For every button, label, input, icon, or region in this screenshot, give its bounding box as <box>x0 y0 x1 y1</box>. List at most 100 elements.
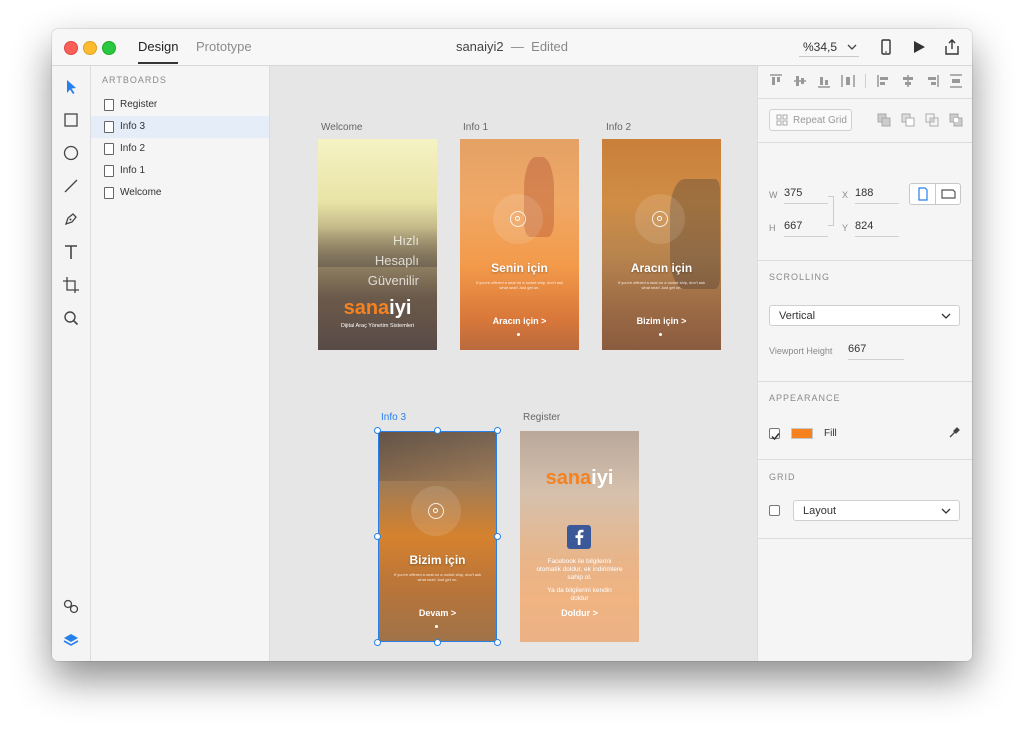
brand-part-a: sana <box>545 467 592 489</box>
eyedropper-icon[interactable] <box>948 425 962 444</box>
symbols-icon[interactable] <box>61 596 81 616</box>
chevron-down-icon <box>847 38 857 59</box>
pen-tool-icon[interactable] <box>61 209 81 229</box>
y-value: 824 <box>855 220 874 232</box>
title-separator: — <box>510 39 524 54</box>
brand-tagline: Dijital Araç Yönetim Sistemleri <box>340 323 415 329</box>
intersect-boolean-icon[interactable] <box>925 113 939 127</box>
artboard-info-2[interactable]: Aracın için If you're offered a seat on … <box>602 139 721 350</box>
artboard-label-register[interactable]: Register <box>523 412 560 423</box>
x-field[interactable]: 188 <box>855 187 899 204</box>
rectangle-tool-icon[interactable] <box>61 110 81 130</box>
zoom-dropdown[interactable]: %34,5 <box>799 38 859 57</box>
artboard-label-info-2[interactable]: Info 2 <box>606 122 631 133</box>
welcome-slogan: Hızlı Hesaplı Güvenilir <box>368 231 419 291</box>
align-left-icon[interactable] <box>877 74 891 88</box>
layer-label: Welcome <box>120 187 162 198</box>
zoom-tool-icon[interactable] <box>61 308 81 328</box>
height-label: H <box>769 223 776 233</box>
lock-proportions-icon[interactable] <box>828 196 834 226</box>
info-title: Senin için <box>491 261 548 275</box>
compass-icon <box>510 211 526 227</box>
resize-handle[interactable] <box>494 639 501 646</box>
viewport-height-value: 667 <box>848 343 867 355</box>
y-field[interactable]: 824 <box>855 220 899 237</box>
zoom-value: %34,5 <box>803 40 838 54</box>
layer-item-info-1[interactable]: Info 1 <box>91 160 269 182</box>
subtract-boolean-icon[interactable] <box>901 113 915 127</box>
resize-handle[interactable] <box>374 533 381 540</box>
width-field[interactable]: 375 <box>784 187 828 204</box>
resize-handle[interactable] <box>494 427 501 434</box>
artboard-icon <box>104 187 114 199</box>
artboard-icon <box>104 143 114 155</box>
exclude-boolean-icon[interactable] <box>949 113 963 127</box>
resize-handle[interactable] <box>374 427 381 434</box>
facebook-text: Facebook ile bilgilerini otomatik doldur… <box>536 558 623 581</box>
align-center-icon[interactable] <box>901 74 915 88</box>
repeat-grid-button[interactable]: Repeat Grid <box>769 109 852 131</box>
line-tool-icon[interactable] <box>61 176 81 196</box>
brand-part-b: iyi <box>591 467 614 489</box>
layer-item-register[interactable]: Register <box>91 94 269 116</box>
appearance-title: APPEARANCE <box>769 393 841 403</box>
resize-handle[interactable] <box>434 639 441 646</box>
artboard-register[interactable]: sanaiyi Facebook ile bilgilerini otomati… <box>520 431 639 642</box>
add-boolean-icon[interactable] <box>877 113 891 127</box>
grid-type-dropdown[interactable]: Layout <box>793 500 960 521</box>
section-divider <box>758 459 972 460</box>
scrolling-value: Vertical <box>779 310 816 322</box>
artboard-welcome[interactable]: Hızlı Hesaplı Güvenilir sanaiyi Dijital … <box>318 139 437 350</box>
artboard-label-info-3[interactable]: Info 3 <box>381 412 406 423</box>
chevron-down-icon <box>941 504 951 521</box>
height-field[interactable]: 667 <box>784 220 828 237</box>
layer-item-info-3[interactable]: Info 3 <box>91 116 269 138</box>
fill-checkbox[interactable] <box>769 428 780 441</box>
design-canvas[interactable]: Welcome Hızlı Hesaplı Güvenilir sanaiyi … <box>270 66 757 661</box>
artboard-label-welcome[interactable]: Welcome <box>321 122 363 133</box>
align-bottom-icon[interactable] <box>817 74 831 88</box>
info-body: If you're offered a seat on a rocket shi… <box>617 280 706 290</box>
align-right-icon[interactable] <box>925 74 939 88</box>
divider <box>865 74 866 88</box>
document-name: sanaiyi2 <box>455 39 504 54</box>
fill-color-swatch[interactable] <box>791 428 813 439</box>
resize-handle[interactable] <box>494 533 501 540</box>
distribute-vertical-icon[interactable] <box>841 74 855 88</box>
artboard-label-info-1[interactable]: Info 1 <box>463 122 488 133</box>
title-bar: Design Prototype sanaiyi2 — Edited %34,5 <box>52 29 972 66</box>
register-cta: Doldur > <box>561 608 598 618</box>
artboards-panel: ARTBOARDS Register Info 3 Info 2 Info 1 … <box>91 66 270 661</box>
landscape-icon[interactable] <box>936 184 961 204</box>
text-tool-icon[interactable] <box>61 242 81 262</box>
align-top-icon[interactable] <box>769 74 783 88</box>
play-icon[interactable] <box>909 37 929 57</box>
y-label: Y <box>842 223 849 233</box>
share-icon[interactable] <box>942 37 962 57</box>
grid-checkbox[interactable] <box>769 505 780 516</box>
height-value: 667 <box>784 220 803 232</box>
brand-part-a: sana <box>343 297 390 319</box>
device-preview-icon[interactable] <box>876 37 896 57</box>
viewport-height-field[interactable]: 667 <box>848 343 904 360</box>
property-inspector: Repeat Grid W 375 X 188 H 667 Y 824 SCRO… <box>757 66 972 661</box>
select-arrow-icon[interactable] <box>61 77 81 97</box>
layer-item-info-2[interactable]: Info 2 <box>91 138 269 160</box>
document-status: Edited <box>531 39 569 54</box>
align-middle-icon[interactable] <box>793 74 807 88</box>
artboard-tool-icon[interactable] <box>61 275 81 295</box>
resize-handle[interactable] <box>434 427 441 434</box>
portrait-icon[interactable] <box>910 184 936 204</box>
artboard-info-1[interactable]: Senin için If you're offered a seat on a… <box>460 139 579 350</box>
info-cta: Aracın için > <box>492 316 547 326</box>
brand-logo: sanaiyi <box>318 297 437 320</box>
layers-icon[interactable] <box>61 630 81 650</box>
slogan-line: Hesaplı <box>374 253 419 268</box>
distribute-horizontal-icon[interactable] <box>949 74 963 88</box>
ellipse-tool-icon[interactable] <box>61 143 81 163</box>
section-divider <box>758 381 972 382</box>
layer-item-welcome[interactable]: Welcome <box>91 182 269 204</box>
scrolling-dropdown[interactable]: Vertical <box>769 305 960 326</box>
chevron-down-icon <box>941 309 951 326</box>
resize-handle[interactable] <box>374 639 381 646</box>
